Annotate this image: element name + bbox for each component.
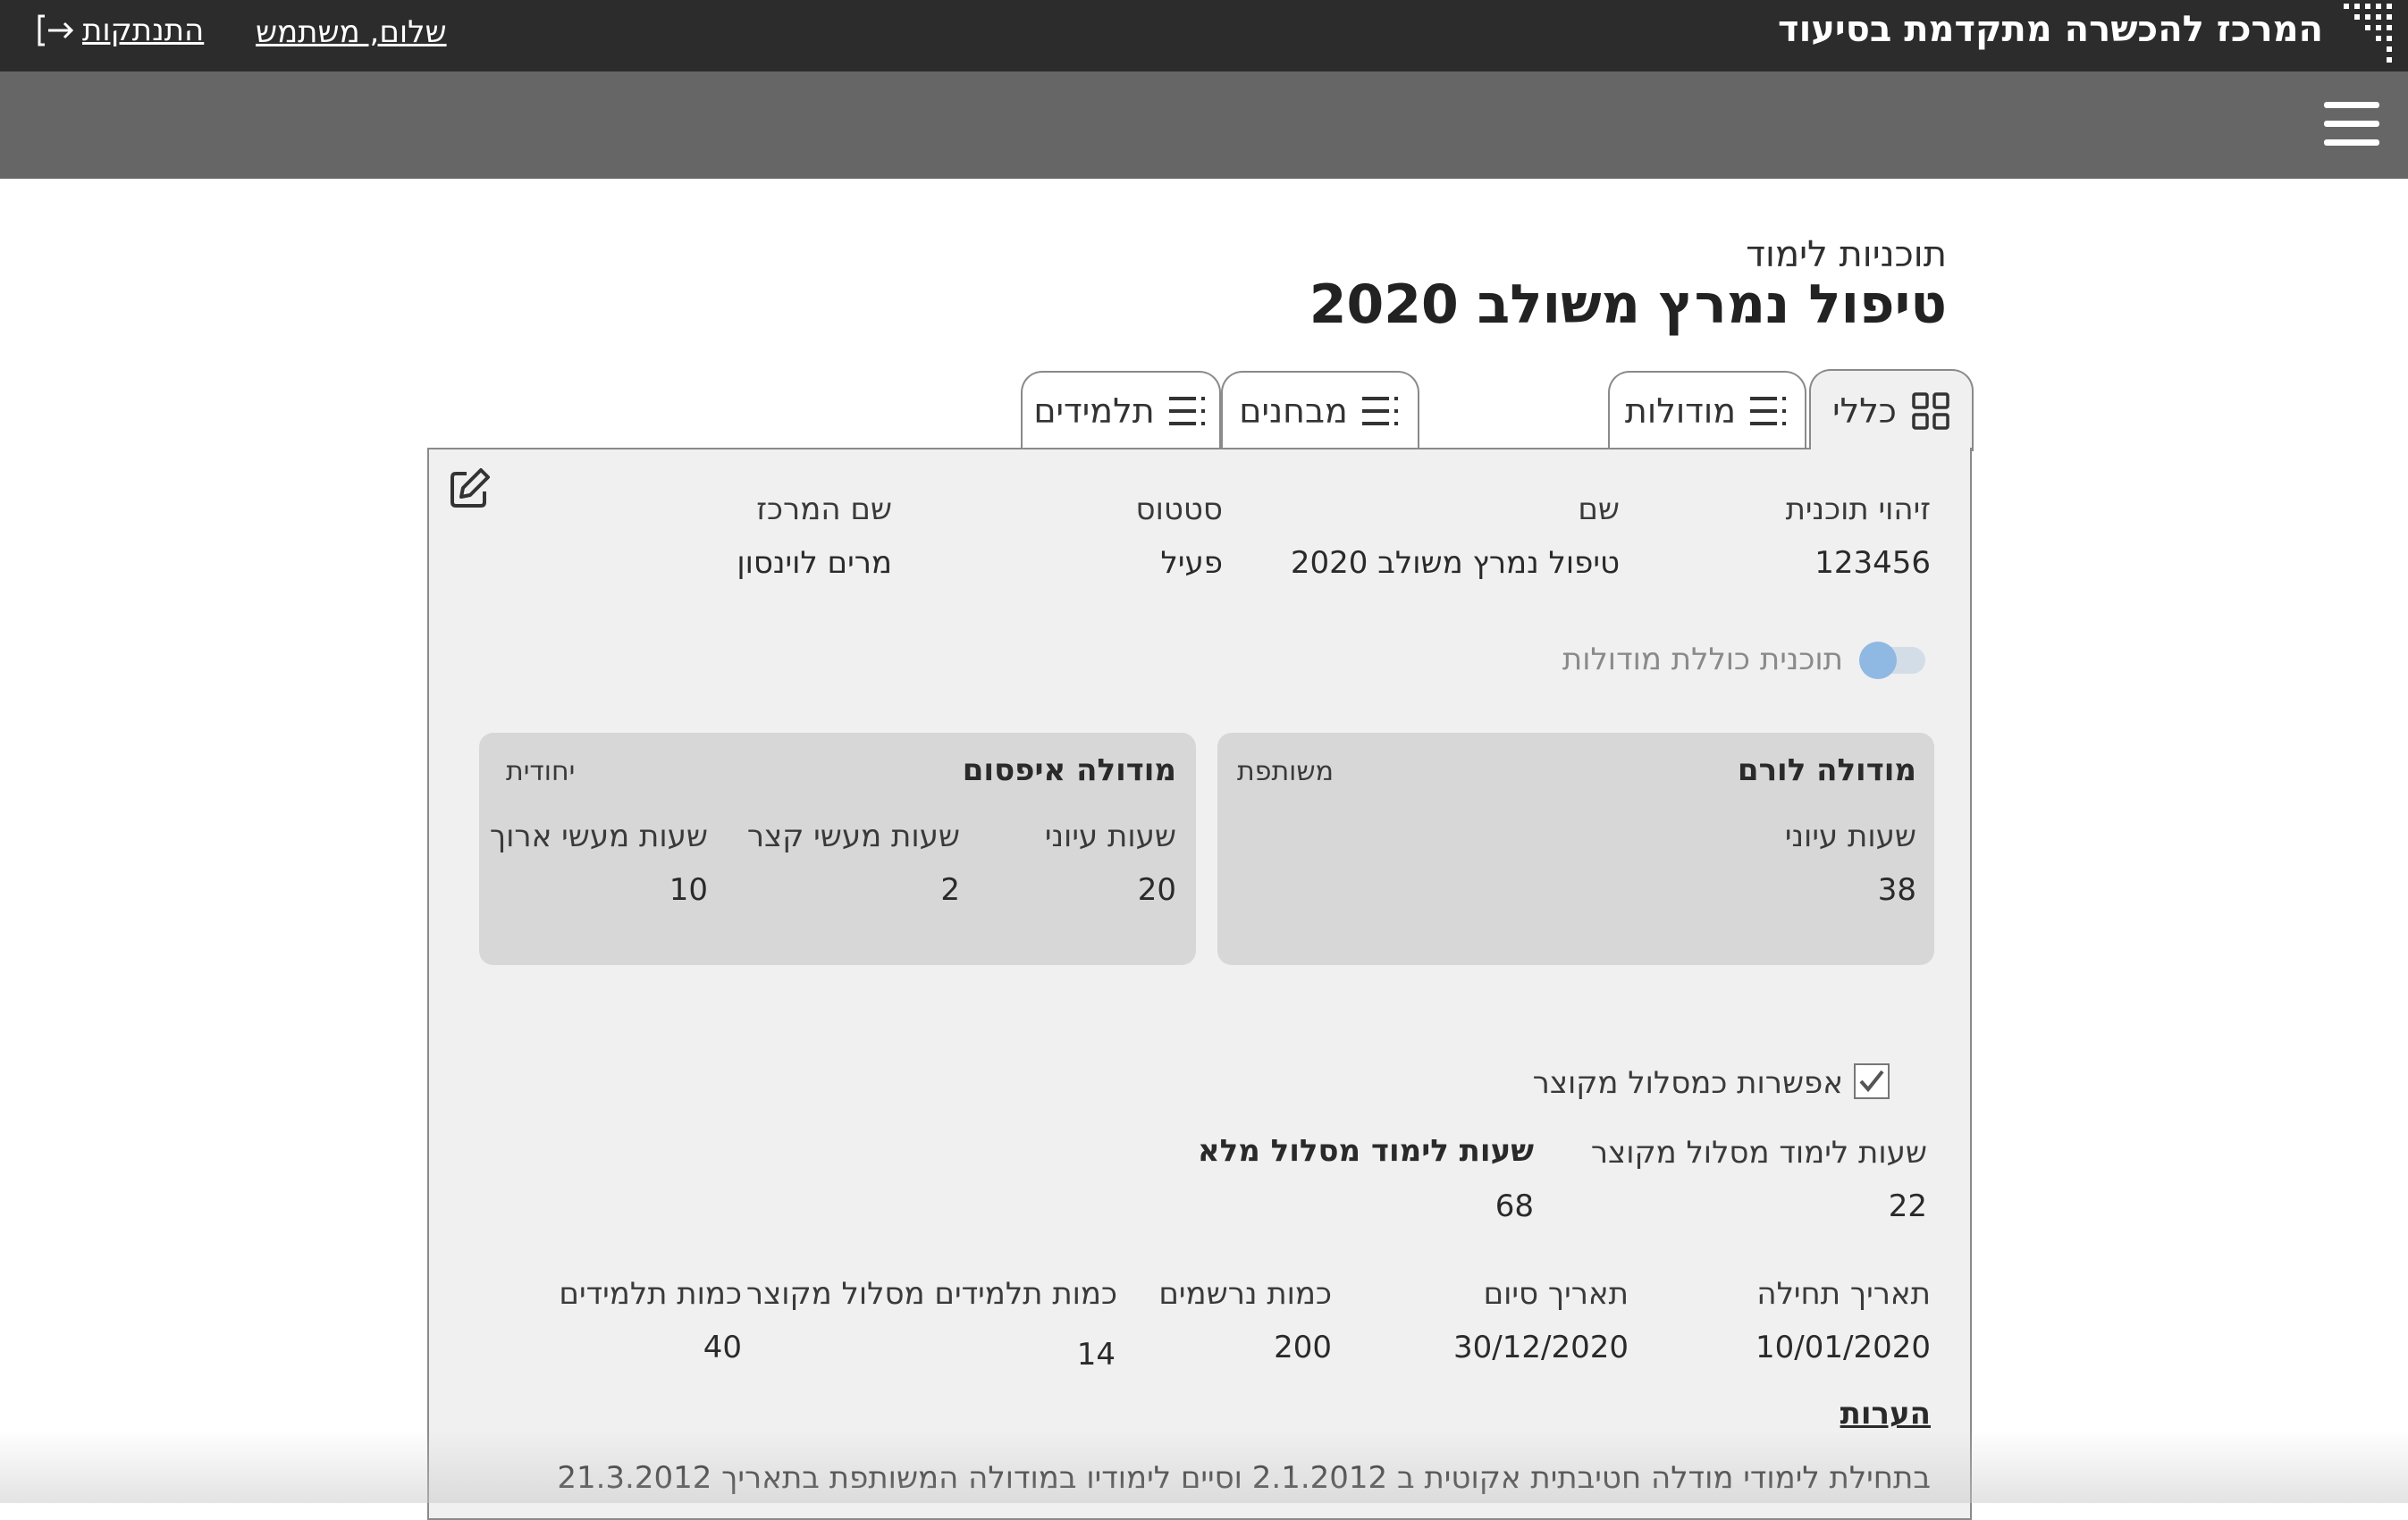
notes-text: בתחילת לימודי מודלה חטיבתית אקוטית ב 2.1… [557,1460,1931,1496]
logout-icon [38,14,74,46]
modules-toggle-knob[interactable] [1859,642,1897,679]
brand-title: המרכז להכשרה מתקדמת בסיעוד [1778,9,2323,50]
program-id-value: 123456 [1814,545,1931,581]
full-track-hours-label: שעות לימוד מסלול מלא [1197,1133,1534,1169]
center-name-value: מרים לוינסון [737,545,892,581]
registered-count-value: 200 [1274,1330,1332,1365]
module-stat-value: 38 [1877,872,1916,908]
general-tab-panel [427,448,1972,1520]
tab-modules[interactable]: מודולות [1608,371,1806,449]
status-label: סטטוס [1135,491,1223,527]
name-label: שם [1578,491,1620,527]
sub-header-bar [0,71,2408,179]
list-icon [1361,397,1398,425]
module-stat-value: 2 [940,872,960,908]
short-track-hours-label: שעות לימוד מסלול מקוצר [1590,1135,1927,1171]
tab-general-label: כללי [1832,391,1897,431]
students-count-label: כמות תלמידים [559,1276,742,1312]
brand-logo-icon [2344,4,2392,63]
modules-toggle-label: תוכנית כוללת מודולות [1562,642,1843,677]
tab-students-label: תלמידים [1033,391,1155,431]
short-track-checkbox[interactable] [1854,1063,1890,1099]
module-type: משותפת [1237,756,1334,787]
module-stat-label: שעות מעשי ארוך [489,819,708,854]
page-subtitle: תוכניות לימוד [1746,234,1947,275]
page-title: טיפול נמרץ משולב 2020 [1309,273,1947,336]
start-date-value: 10/01/2020 [1755,1330,1931,1365]
center-name-label: שם המרכז [756,491,892,527]
students-count-value: 40 [703,1330,742,1365]
start-date-label: תאריך תחילה [1756,1276,1931,1312]
status-value: פעיל [1160,545,1223,581]
name-value: טיפול נמרץ משולב 2020 [1290,545,1620,581]
grid-icon [1912,392,1949,430]
module-name: מודולה איפסום [962,752,1176,788]
list-icon [1750,397,1787,425]
short-track-students-value: 14 [1076,1337,1116,1373]
tab-students[interactable]: תלמידים [1021,371,1221,449]
module-type: יחודית [506,756,576,787]
checkmark-icon [1859,1070,1884,1093]
module-stat-value: 20 [1137,872,1176,908]
module-stat-label: שעות עיוני [1784,819,1916,854]
logout-label: התנתקות [82,13,205,48]
module-stat-label: שעות מעשי קצר [746,819,960,854]
module-stat-value: 10 [669,872,708,908]
end-date-label: תאריך סיום [1483,1276,1629,1312]
full-track-hours-value: 68 [1494,1188,1534,1224]
end-date-value: 30/12/2020 [1453,1330,1629,1365]
tab-modules-label: מודולות [1624,391,1737,431]
logout-link[interactable]: התנתקות [36,13,204,48]
hamburger-menu-icon[interactable] [2324,100,2379,148]
active-tab-join [1811,446,1970,451]
tab-exams-label: מבחנים [1239,391,1348,431]
user-greeting-link[interactable]: שלום, משתמש [256,14,447,50]
short-track-hours-value: 22 [1888,1188,1927,1224]
short-track-students-label: כמות תלמידים מסלול מקוצר [745,1276,1117,1312]
module-stat-label: שעות עיוני [1044,819,1176,854]
tab-general[interactable]: כללי [1809,369,1974,451]
registered-count-label: כמות נרשמים [1158,1276,1332,1312]
module-name: מודולה לורם [1737,752,1916,788]
list-icon [1168,397,1205,425]
program-id-label: זיהוי תוכנית [1785,491,1931,527]
edit-icon[interactable] [449,466,492,509]
tab-exams[interactable]: מבחנים [1221,371,1419,449]
notes-title: הערות [1840,1396,1931,1432]
short-track-label: אפשרות כמסלול מקוצר [1532,1065,1843,1101]
